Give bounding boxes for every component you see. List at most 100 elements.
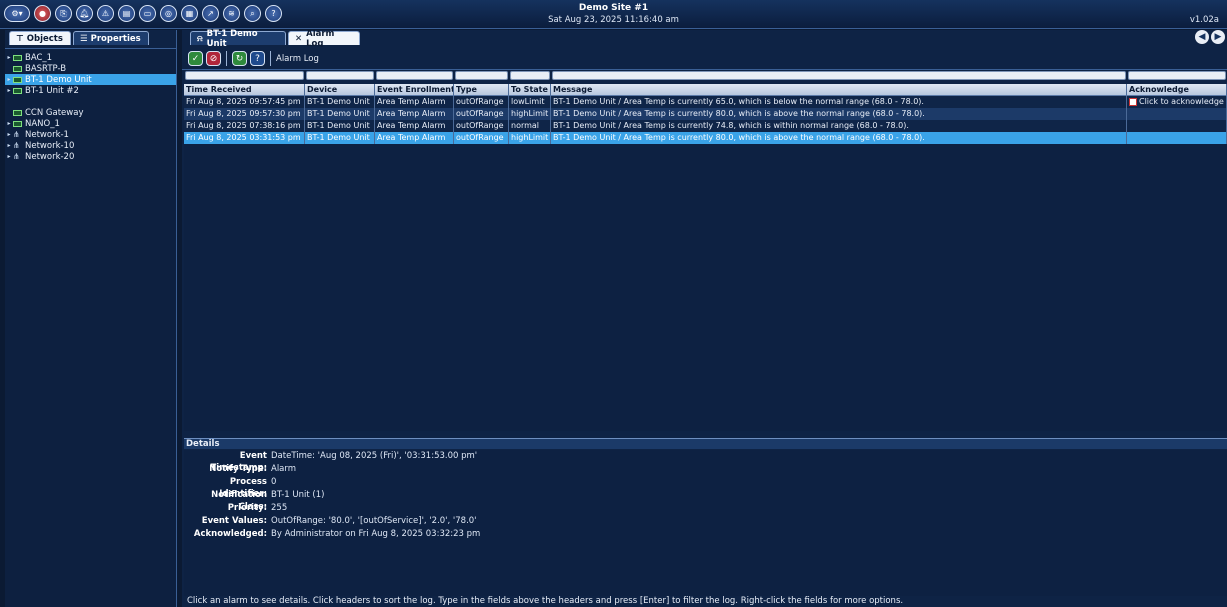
tree-item-label: BAC_1 [25, 52, 53, 63]
col-acknowledge-cell [1127, 108, 1227, 120]
properties-sliders-icon: ☰ [80, 33, 88, 44]
help-footer: Click an alarm to see details. Click hea… [187, 596, 904, 606]
right-panel: ⍾ BT-1 Demo Unit ✕ Alarm Log ◀ ▶ ✓ ⊘ ↻ ?… [182, 29, 1227, 607]
object-tree: ▸ BAC_1 BASRTP-B ▸ BT-1 Demo Unit ▸ BT-1 Unit … [5, 48, 176, 607]
tree-item[interactable]: BASRTP-B [5, 63, 176, 74]
back-arrow-icon[interactable]: ◀ [1195, 30, 1209, 44]
tab-alarm-log[interactable]: ✕ Alarm Log [288, 29, 360, 49]
col-event-enrollment-cell: Area Temp Alarm [375, 132, 454, 144]
left-tabs: ⊤ Objects ☰ Properties [5, 30, 176, 46]
col-time-received-cell: Fri Aug 8, 2025 09:57:45 pm [184, 96, 305, 108]
col-device-cell: BT-1 Demo Unit [305, 132, 375, 144]
table-row[interactable]: Fri Aug 8, 2025 09:57:45 pm BT-1 Demo Uni… [184, 96, 1227, 108]
col-time-received-cell: Fri Aug 8, 2025 07:38:16 pm [184, 120, 305, 132]
tree-item-label: Network-20 [25, 151, 75, 162]
col-event-enrollment-cell: Area Temp Alarm [375, 108, 454, 120]
tree-item[interactable]: ▸ BT-1 Demo Unit [5, 74, 176, 85]
col-type-cell: outOfRange [454, 120, 509, 132]
expand-caret-icon[interactable]: ▸ [5, 76, 13, 83]
detail-value: DateTime: 'Aug 08, 2025 (Fri)', '03:31:5… [271, 451, 478, 461]
tree-item[interactable]: ▸ ⋔ Network-1 [5, 129, 176, 140]
detail-value: BT-1 Unit (1) [271, 490, 325, 500]
detail-row: Notification Class: BT-1 Unit (1) [184, 489, 1227, 512]
filter-input[interactable] [376, 71, 453, 80]
tree-item[interactable]: ▸ BT-1 Unit #2 [5, 85, 176, 96]
network-icon: ⋔ [13, 129, 20, 139]
close-icon[interactable]: ✕ [295, 34, 302, 44]
cancel-icon[interactable]: ⊘ [206, 51, 221, 66]
filter-input[interactable] [552, 71, 1126, 80]
site-datetime: Sat Aug 23, 2025 11:16:40 am [548, 15, 679, 25]
col-acknowledge-header[interactable]: Acknowledge [1127, 84, 1227, 96]
tree-item-label: BASRTP-B [25, 63, 67, 74]
tab-objects[interactable]: ⊤ Objects [9, 31, 71, 45]
detail-row: Acknowledged: By Administrator on Fri Aug… [184, 528, 1227, 540]
left-panel: ⊤ Objects ☰ Properties ▸ BAC_1 BASRTP-B ▸ BT… [5, 30, 177, 607]
detail-value: 255 [271, 503, 288, 513]
col-time-received-cell: Fri Aug 8, 2025 09:57:30 pm [184, 108, 305, 120]
col-to-state-header[interactable]: To State [509, 84, 551, 96]
table-row[interactable]: Fri Aug 8, 2025 09:57:30 pm BT-1 Demo Uni… [184, 108, 1227, 120]
col-message-header[interactable]: Message [551, 84, 1127, 96]
objects-tree-icon: ⊤ [16, 33, 24, 44]
filter-input[interactable] [1128, 71, 1226, 80]
col-event-enrollment-cell: Area Temp Alarm [375, 96, 454, 108]
tree-item-label: BT-1 Demo Unit [25, 74, 92, 85]
tree-item[interactable]: CCN Gateway [5, 107, 176, 118]
detail-label: Priority: [227, 503, 267, 513]
tree-item-label: NANO_1 [25, 118, 60, 129]
col-acknowledge-cell[interactable]: Click to acknowledge [1127, 96, 1227, 108]
detail-row: Event Timestamp: DateTime: 'Aug 08, 2025 … [184, 450, 1227, 473]
tree-item[interactable]: ▸ ⋔ Network-20 [5, 151, 176, 162]
acknowledge-checkbox-icon[interactable] [1129, 97, 1137, 106]
tab-properties[interactable]: ☰ Properties [73, 31, 149, 45]
expand-caret-icon[interactable]: ▸ [5, 120, 13, 127]
acknowledge-link[interactable]: Click to acknowledge [1139, 97, 1224, 106]
col-type-header[interactable]: Type [454, 84, 509, 96]
filter-input[interactable] [185, 71, 304, 80]
col-to-state-cell: normal [509, 120, 551, 132]
expand-caret-icon[interactable]: ▸ [5, 153, 13, 160]
alarm-toolbar: ✓ ⊘ ↻ ? Alarm Log [182, 47, 1227, 70]
expand-caret-icon[interactable]: ▸ [5, 131, 13, 138]
col-event-enrollment-cell: Area Temp Alarm [375, 120, 454, 132]
acknowledge-check-icon[interactable]: ✓ [188, 51, 203, 66]
filter-input[interactable] [510, 71, 550, 80]
col-event-enrollment-header[interactable]: Event Enrollment [375, 84, 454, 96]
filter-input[interactable] [455, 71, 508, 80]
col-device-cell: BT-1 Demo Unit [305, 96, 375, 108]
col-message-cell: BT-1 Demo Unit / Area Temp is currently … [551, 96, 1127, 108]
expand-caret-icon[interactable]: ▸ [5, 54, 13, 61]
detail-row: Process Identifier: 0 [184, 476, 1227, 499]
table-row[interactable]: Fri Aug 8, 2025 03:31:53 pm BT-1 Demo Uni… [184, 132, 1227, 144]
filter-input[interactable] [306, 71, 374, 80]
col-device-header[interactable]: Device [305, 84, 375, 96]
help-icon[interactable]: ? [250, 51, 265, 66]
top-bar: ⚙▾ ● ⎘ 🔔︎ ⚠ ▤ ▭ ◎ ▦ ↗ ≋ ⌕ ? Demo Site #1… [0, 0, 1227, 29]
network-icon: ⋔ [13, 151, 20, 161]
col-to-state-cell: lowLimit [509, 96, 551, 108]
refresh-icon[interactable]: ↻ [232, 51, 247, 66]
tree-item[interactable]: ▸ NANO_1 [5, 118, 176, 129]
col-type-cell: outOfRange [454, 132, 509, 144]
expand-caret-icon[interactable]: ▸ [5, 87, 13, 94]
forward-arrow-icon[interactable]: ▶ [1211, 30, 1225, 44]
detail-value: OutOfRange: '80.0', '[outOfService]', '2… [271, 516, 477, 526]
col-message-cell: BT-1 Demo Unit / Area Temp is currently … [551, 120, 1127, 132]
detail-label: Notify Type: [209, 464, 267, 474]
detail-value: By Administrator on Fri Aug 8, 2025 03:3… [271, 529, 481, 539]
toolbar-title: Alarm Log [276, 54, 319, 64]
toolbar-divider [226, 51, 227, 66]
tree-item-label: BT-1 Unit #2 [25, 85, 79, 96]
expand-caret-icon[interactable]: ▸ [5, 142, 13, 149]
col-device-cell: BT-1 Demo Unit [305, 108, 375, 120]
col-time-received-header[interactable]: Time Received [184, 84, 305, 96]
col-device-cell: BT-1 Demo Unit [305, 120, 375, 132]
tree-item-label: Network-1 [25, 129, 69, 140]
detail-label: Acknowledged: [193, 529, 267, 539]
table-row[interactable]: Fri Aug 8, 2025 07:38:16 pm BT-1 Demo Uni… [184, 120, 1227, 132]
tab-bt1-demo-unit[interactable]: ⍾ BT-1 Demo Unit [190, 29, 286, 49]
tree-item[interactable]: ▸ ⋔ Network-10 [5, 140, 176, 151]
detail-row: Event Values: OutOfRange: '80.0', '[outOf… [184, 515, 1227, 527]
tree-item[interactable]: ▸ BAC_1 [5, 52, 176, 63]
